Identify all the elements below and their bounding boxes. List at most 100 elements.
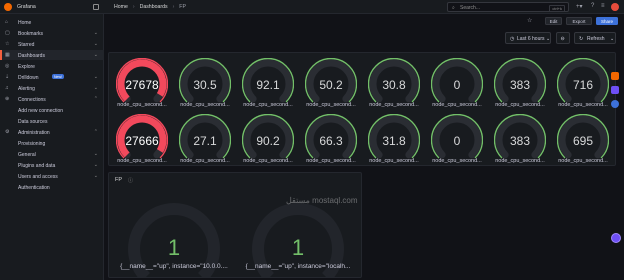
time-range-picker[interactable]: ◷ Last 6 hours ⌄ <box>505 32 551 44</box>
search-icon: ⌕ <box>452 4 455 11</box>
sidebar-item-drilldown[interactable]: ⇣ Drilldown New! ⌄ <box>0 72 104 82</box>
sidebar-item-explore[interactable]: ◎ Explore <box>0 61 104 71</box>
sidebar-item-alerting[interactable]: ♫ Alerting ⌄ <box>0 83 104 93</box>
gauge-label: node_cpu_second... <box>369 158 419 164</box>
news-icon[interactable]: ≡ <box>601 3 605 9</box>
sidebar-item-connections[interactable]: ⊕ Connections ⌃ <box>0 94 104 104</box>
top-bar: Grafana Home › Dashboards › FP ⌕ Search.… <box>0 0 624 14</box>
help-icon[interactable]: ? <box>591 3 594 9</box>
sidebar-item-plugins-and-data[interactable]: Plugins and data ⌄ <box>0 160 104 170</box>
chevron-down-icon[interactable]: ⌄ <box>94 41 98 47</box>
gauge: 0 node_cpu_second... <box>427 112 487 166</box>
gauge-value: 27.1 <box>193 134 217 148</box>
share-button-label: Share <box>600 19 613 24</box>
chevron-up-icon[interactable]: ⌃ <box>94 129 98 135</box>
app-brand: Grafana <box>17 3 36 10</box>
gauge: 92.1 node_cpu_second... <box>238 56 298 110</box>
breadcrumb-current: FP <box>179 3 186 10</box>
panel-title: FP <box>115 177 123 183</box>
sidebar-item-starred[interactable]: ☆ Starred ⌄ <box>0 39 104 49</box>
gauge-panel[interactable]: 27678 node_cpu_second... 30.5 node_cpu_seco… <box>108 52 616 166</box>
sidebar-item-label: Plugins and data <box>18 162 56 169</box>
gauge-label: node_cpu_second... <box>432 158 482 164</box>
gauge: 695 node_cpu_second... <box>553 112 613 166</box>
dock-menu-icon[interactable] <box>93 3 99 10</box>
refresh-button[interactable]: ↻ Refresh ⌄ <box>574 32 616 44</box>
gauge: 716 node_cpu_second... <box>553 56 613 110</box>
fp-panel[interactable]: FP ⓘ 1 {__name__="up", instance="10.0.0..… <box>108 172 362 280</box>
sidebar-item-authentication[interactable]: Authentication <box>0 182 104 192</box>
chevron-down-icon[interactable]: ⌄ <box>94 74 98 80</box>
assistant-button[interactable] <box>611 233 621 243</box>
gauge: 30.5 node_cpu_second... <box>175 56 235 110</box>
gauge-value: 30.8 <box>382 78 406 92</box>
chevron-down-icon[interactable]: ⌄ <box>94 151 98 157</box>
sidebar-item-provisioning[interactable]: Provisioning <box>0 138 104 148</box>
gauge-label: node_cpu_second... <box>558 102 608 108</box>
sidebar-item-label: Alerting <box>18 85 35 92</box>
sidebar-item-label: Data sources <box>18 118 48 125</box>
grafana-logo[interactable] <box>4 3 12 11</box>
export-button-label: Export <box>572 19 586 24</box>
sidebar-item-label: Provisioning <box>18 140 46 147</box>
dashboards-icon: ▦ <box>5 52 10 58</box>
refresh-label: Refresh <box>587 36 605 42</box>
bell-icon: ♫ <box>5 85 9 91</box>
clock-icon: ◷ <box>510 36 515 42</box>
sidebar-item-general[interactable]: General ⌄ <box>0 149 104 159</box>
gauge-value: 27666 <box>125 134 159 148</box>
gauge: 27666 node_cpu_second... <box>112 112 172 166</box>
sidebar-item-home[interactable]: ⌂ Home <box>0 17 104 27</box>
edit-button[interactable]: Edit <box>545 16 562 25</box>
sidebar-item-label: Starred <box>18 41 35 48</box>
side-widget-icon[interactable] <box>611 72 619 80</box>
star-icon[interactable]: ☆ <box>527 17 532 24</box>
breadcrumb-home[interactable]: Home <box>114 4 128 10</box>
chevron-down-icon[interactable]: ⌄ <box>94 173 98 179</box>
plus-icon[interactable]: +▾ <box>576 3 583 10</box>
gauge-label: node_cpu_second... <box>558 158 608 164</box>
sidebar-item-label: Administration <box>18 129 50 136</box>
share-button[interactable]: Share <box>596 16 618 25</box>
sidebar: ⌂ Home ▢ Bookmarks ⌄ ☆ Starred ⌄ ▦ Dashb… <box>0 14 104 280</box>
drilldown-icon: ⇣ <box>5 74 10 80</box>
sidebar-item-label: Authentication <box>18 184 50 191</box>
export-button[interactable]: Export <box>566 16 592 25</box>
sidebar-item-data-sources[interactable]: Data sources <box>0 116 104 126</box>
gauge-value: 27678 <box>125 78 159 92</box>
gauge-label: node_cpu_second... <box>369 102 419 108</box>
gauge-value: 92.1 <box>256 78 280 92</box>
chevron-down-icon[interactable]: ⌄ <box>94 30 98 36</box>
sidebar-item-label: Dashboards <box>18 52 45 59</box>
avatar[interactable] <box>611 3 619 11</box>
chevron-down-icon: ⌄ <box>610 36 615 42</box>
sidebar-item-add-new-connection[interactable]: Add new connection <box>0 105 104 115</box>
chat-icon[interactable] <box>611 86 619 94</box>
zoom-out-button[interactable]: ⊖ <box>556 32 570 44</box>
gauge-value: 695 <box>572 134 594 148</box>
sidebar-item-label: Users and access <box>18 173 58 180</box>
assistant-icon[interactable] <box>611 100 619 108</box>
info-icon[interactable]: ⓘ <box>128 177 133 184</box>
chevron-down-icon[interactable]: ⌄ <box>94 85 98 91</box>
star-icon: ☆ <box>5 41 10 47</box>
sidebar-item-users-and-access[interactable]: Users and access ⌄ <box>0 171 104 181</box>
gauge: 383 node_cpu_second... <box>490 112 550 166</box>
chevron-up-icon[interactable]: ⌃ <box>94 96 98 102</box>
sidebar-item-label: General <box>18 151 36 158</box>
chevron-down-icon[interactable]: ⌄ <box>94 162 98 168</box>
chevron-down-icon[interactable]: ⌄ <box>94 52 98 58</box>
compass-icon: ◎ <box>5 63 10 69</box>
gauge: 30.8 node_cpu_second... <box>364 56 424 110</box>
search-input[interactable]: ⌕ Search... ctrl+k <box>447 2 569 12</box>
breadcrumb-dashboards[interactable]: Dashboards <box>140 4 168 10</box>
sidebar-item-bookmarks[interactable]: ▢ Bookmarks ⌄ <box>0 28 104 38</box>
gauge-value: 30.5 <box>193 78 217 92</box>
gauge-label: node_cpu_second... <box>432 102 482 108</box>
sidebar-item-administration[interactable]: ⚙ Administration ⌃ <box>0 127 104 137</box>
sidebar-item-dashboards[interactable]: ▦ Dashboards ⌄ <box>0 50 104 60</box>
chevron-down-icon: ⌄ <box>546 36 551 42</box>
gauge-value: 1 <box>291 235 305 260</box>
gauge-label: node_cpu_second... <box>495 158 545 164</box>
gauge-label: node_cpu_second... <box>306 102 356 108</box>
